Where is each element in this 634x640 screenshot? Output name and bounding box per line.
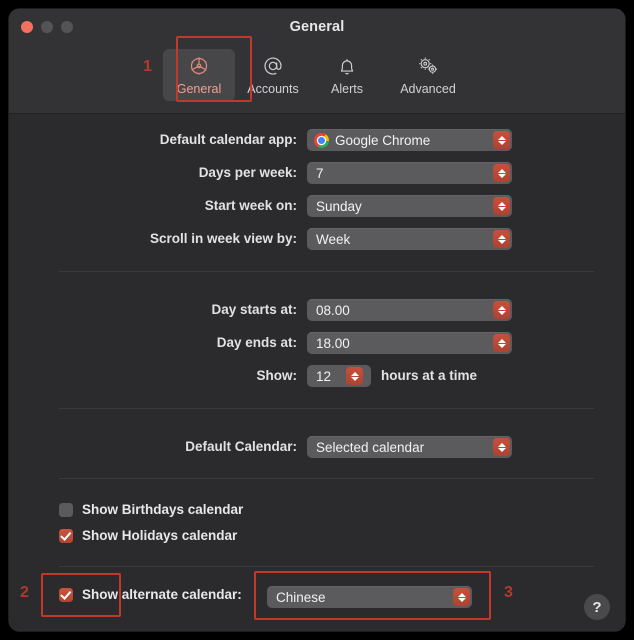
show-holidays-calendar-label: Show Holidays calendar bbox=[82, 528, 238, 543]
scroll-in-week-view-stepper[interactable] bbox=[493, 230, 510, 248]
day-starts-at-stepper[interactable] bbox=[493, 301, 510, 319]
default-calendar-app-popup[interactable]: Google Chrome bbox=[307, 129, 512, 151]
day-ends-at-popup[interactable]: 18.00 bbox=[307, 332, 512, 354]
day-starts-at-popup[interactable]: 08.00 bbox=[307, 299, 512, 321]
default-calendar-app-value: Google Chrome bbox=[335, 132, 431, 148]
days-per-week-label: Days per week: bbox=[198, 165, 297, 180]
scroll-in-week-view-popup[interactable]: Week bbox=[307, 228, 512, 250]
checkbox-checked-icon bbox=[59, 528, 73, 543]
day-starts-at-label: Day starts at: bbox=[211, 302, 297, 317]
tab-accounts-label: Accounts bbox=[247, 82, 299, 96]
tab-alerts-label: Alerts bbox=[331, 82, 363, 96]
tab-accounts[interactable]: Accounts bbox=[237, 49, 309, 101]
separator-4 bbox=[59, 566, 594, 567]
start-week-on-stepper[interactable] bbox=[493, 197, 510, 215]
checkbox-checked-icon bbox=[59, 587, 73, 602]
start-week-on-label: Start week on: bbox=[204, 198, 297, 213]
general-settings-pane: Default calendar app: Google Chrome Days… bbox=[9, 114, 625, 631]
separator-2 bbox=[59, 408, 594, 409]
checkbox-unchecked-icon bbox=[59, 502, 73, 517]
days-per-week-stepper[interactable] bbox=[493, 164, 510, 182]
gear-icon bbox=[188, 53, 210, 79]
scroll-in-week-view-value: Week bbox=[316, 231, 351, 247]
day-ends-at-stepper[interactable] bbox=[493, 334, 510, 352]
help-button[interactable]: ? bbox=[584, 594, 610, 620]
window-title: General bbox=[289, 19, 345, 35]
tab-advanced[interactable]: Advanced bbox=[385, 49, 471, 101]
start-week-on-popup[interactable]: Sunday bbox=[307, 195, 512, 217]
default-calendar-label: Default Calendar: bbox=[185, 439, 297, 454]
title-bar: General bbox=[9, 9, 625, 47]
show-hours-value: 12 bbox=[316, 368, 332, 384]
day-ends-at-label: Day ends at: bbox=[216, 335, 297, 350]
show-birthdays-calendar-checkbox[interactable]: Show Birthdays calendar bbox=[59, 502, 243, 517]
tab-advanced-label: Advanced bbox=[400, 82, 456, 96]
day-ends-at-value: 18.00 bbox=[316, 335, 350, 351]
days-per-week-popup[interactable]: 7 bbox=[307, 162, 512, 184]
show-holidays-calendar-checkbox[interactable]: Show Holidays calendar bbox=[59, 528, 237, 543]
alternate-calendar-popup[interactable]: Chinese bbox=[267, 586, 472, 608]
preferences-toolbar: General Accounts Alerts Advanced bbox=[9, 47, 625, 114]
separator-1 bbox=[59, 271, 594, 272]
show-hours-label: Show: bbox=[256, 368, 298, 383]
days-per-week-value: 7 bbox=[316, 165, 324, 181]
preferences-window: General General Accounts Alerts Advanced… bbox=[9, 9, 625, 631]
show-hours-suffix: hours at a time bbox=[381, 368, 478, 383]
default-calendar-stepper[interactable] bbox=[493, 438, 510, 456]
show-alternate-calendar-checkbox[interactable]: Show alternate calendar: bbox=[59, 587, 242, 602]
chrome-icon bbox=[314, 132, 329, 148]
scroll-in-week-view-label: Scroll in week view by: bbox=[149, 231, 297, 246]
default-calendar-app-stepper[interactable] bbox=[493, 131, 510, 149]
tab-general[interactable]: General bbox=[163, 49, 235, 101]
tab-alerts[interactable]: Alerts bbox=[311, 49, 383, 101]
tab-general-label: General bbox=[176, 82, 222, 96]
bell-icon bbox=[336, 53, 358, 79]
show-hours-field[interactable]: 12 bbox=[307, 365, 371, 387]
default-calendar-app-label: Default calendar app: bbox=[159, 132, 297, 147]
separator-3 bbox=[59, 478, 594, 479]
alternate-calendar-value: Chinese bbox=[276, 589, 326, 605]
show-hours-stepper[interactable] bbox=[346, 367, 363, 385]
show-alternate-calendar-label: Show alternate calendar: bbox=[82, 587, 242, 602]
start-week-on-value: Sunday bbox=[316, 198, 362, 214]
double-gear-icon bbox=[416, 53, 440, 79]
show-birthdays-calendar-label: Show Birthdays calendar bbox=[82, 502, 244, 517]
default-calendar-popup[interactable]: Selected calendar bbox=[307, 436, 512, 458]
at-sign-icon bbox=[262, 53, 284, 79]
day-starts-at-value: 08.00 bbox=[316, 302, 350, 318]
default-calendar-value: Selected calendar bbox=[316, 439, 425, 455]
alternate-calendar-stepper[interactable] bbox=[453, 588, 470, 606]
